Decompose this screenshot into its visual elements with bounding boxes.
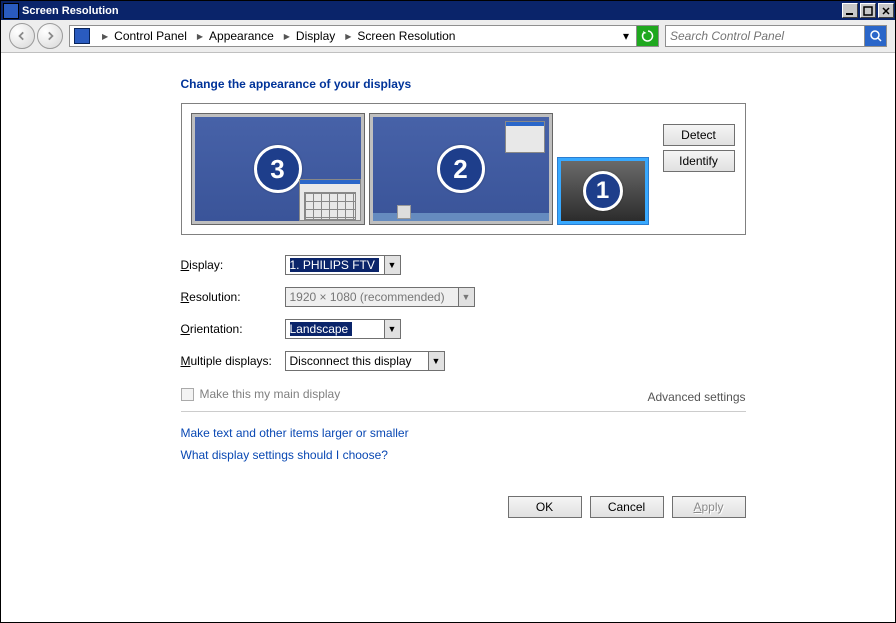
breadcrumb-item[interactable]: ▶Screen Resolution xyxy=(337,26,457,46)
dropdown-icon: ▼ xyxy=(458,288,474,306)
close-button[interactable] xyxy=(878,3,894,18)
dropdown-icon: ▼ xyxy=(384,320,400,338)
content-area: Change the appearance of your displays 3… xyxy=(1,53,895,622)
cancel-button[interactable]: Cancel xyxy=(590,496,664,518)
address-dropdown[interactable]: ▾ xyxy=(616,26,636,46)
apply-button[interactable]: Apply xyxy=(672,496,746,518)
ok-button[interactable]: OK xyxy=(508,496,582,518)
breadcrumb-label: Display xyxy=(296,29,335,43)
monitor-window-icon xyxy=(299,179,361,221)
dropdown-icon: ▼ xyxy=(428,352,444,370)
page-title: Change the appearance of your displays xyxy=(181,77,746,91)
select-value: 1. PHILIPS FTV xyxy=(290,258,379,272)
refresh-button[interactable] xyxy=(636,26,658,46)
back-button[interactable] xyxy=(9,23,35,49)
main-display-checkbox xyxy=(181,388,194,401)
monitor-number: 1 xyxy=(583,171,623,211)
window-title: Screen Resolution xyxy=(22,5,841,17)
address-bar[interactable]: ▶Control Panel ▶Appearance ▶Display ▶Scr… xyxy=(69,25,659,47)
select-value: Landscape xyxy=(290,322,353,336)
search-go-button[interactable] xyxy=(864,26,886,46)
orientation-label: Orientation: xyxy=(181,322,285,336)
monitor-task-icon xyxy=(397,205,411,219)
main-display-label: Make this my main display xyxy=(200,387,341,401)
forward-button[interactable] xyxy=(37,23,63,49)
orientation-select[interactable]: Landscape ▼ xyxy=(285,319,401,339)
monitor-window-icon xyxy=(505,121,545,153)
resolution-select[interactable]: 1920 × 1080 (recommended) ▼ xyxy=(285,287,475,307)
select-value: Disconnect this display xyxy=(290,354,416,368)
breadcrumb-label: Control Panel xyxy=(114,29,187,43)
multiple-label: Multiple displays: xyxy=(181,354,285,368)
monitor-number: 3 xyxy=(254,145,302,193)
dropdown-icon: ▼ xyxy=(384,256,400,274)
monitor-3[interactable]: 3 xyxy=(192,114,364,224)
window-icon xyxy=(3,3,19,19)
navigation-bar: ▶Control Panel ▶Appearance ▶Display ▶Scr… xyxy=(1,20,895,53)
minimize-button[interactable] xyxy=(842,3,858,18)
search-bar[interactable] xyxy=(665,25,887,47)
monitor-1[interactable]: 1 xyxy=(558,158,648,224)
advanced-settings-link[interactable]: Advanced settings xyxy=(647,390,745,404)
text-size-link[interactable]: Make text and other items larger or smal… xyxy=(181,426,746,440)
identify-button[interactable]: Identify xyxy=(663,150,735,172)
maximize-button[interactable] xyxy=(860,3,876,18)
search-input[interactable] xyxy=(666,26,864,46)
monitor-number: 2 xyxy=(437,145,485,193)
multiple-displays-select[interactable]: Disconnect this display ▼ xyxy=(285,351,445,371)
window: Screen Resolution ▶Control Panel xyxy=(0,0,896,623)
titlebar: Screen Resolution xyxy=(1,1,895,20)
monitor-2[interactable]: 2 xyxy=(370,114,552,224)
breadcrumb-item[interactable]: ▶Control Panel xyxy=(94,26,189,46)
display-label: Display: xyxy=(181,258,285,272)
select-value: 1920 × 1080 (recommended) xyxy=(290,290,449,304)
help-link[interactable]: What display settings should I choose? xyxy=(181,448,746,462)
breadcrumb-label: Appearance xyxy=(209,29,274,43)
breadcrumb-item[interactable]: ▶Display xyxy=(276,26,338,46)
breadcrumb-item[interactable]: ▶Appearance xyxy=(189,26,276,46)
detect-button[interactable]: Detect xyxy=(663,124,735,146)
displays-preview: 3 2 1 Detect Identify xyxy=(181,103,746,235)
display-select[interactable]: 1. PHILIPS FTV ▼ xyxy=(285,255,401,275)
resolution-label: Resolution: xyxy=(181,290,285,304)
control-panel-icon xyxy=(74,28,90,44)
breadcrumb-label: Screen Resolution xyxy=(357,29,455,43)
